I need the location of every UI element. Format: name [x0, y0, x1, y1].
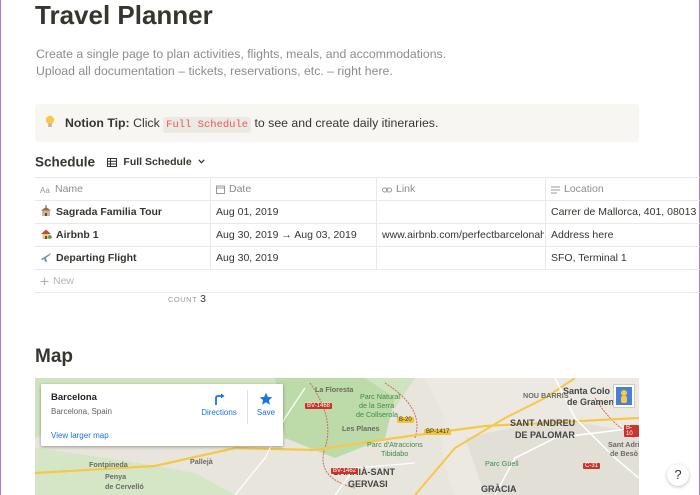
- map-label-pena-1: Penya: [105, 472, 127, 481]
- page-title: Travel Planner: [35, 0, 213, 30]
- road-badge-c31: C-31: [583, 463, 601, 469]
- road-badge-bp1417: BP-1417: [424, 429, 452, 435]
- svg-text:Aa: Aa: [40, 186, 50, 194]
- view-switcher[interactable]: Full Schedule: [107, 156, 207, 168]
- map-label-sarria-2: GERVASI: [348, 479, 388, 489]
- column-header-location[interactable]: Location: [551, 178, 700, 200]
- road-badge-b20: B-20: [397, 417, 414, 423]
- house-icon: [41, 229, 52, 239]
- table-view-icon: [107, 157, 118, 167]
- map-section-title: Map: [35, 346, 73, 367]
- star-icon: [259, 392, 273, 405]
- table-row[interactable]: Departing Flight Aug 30, 2019 SFO, Termi…: [35, 247, 700, 270]
- place-subtitle: Barcelona, Spain: [51, 407, 112, 416]
- new-row-label: New: [53, 275, 75, 287]
- map-label-fontpineda: Fontpineda: [89, 460, 128, 469]
- table-row[interactable]: Sagrada Familia Tour Aug 01, 2019 Carrer…: [35, 201, 700, 224]
- row-location-cell[interactable]: Carrer de Mallorca, 401, 08013 B: [551, 201, 700, 223]
- lightbulb-icon: [45, 115, 55, 127]
- tip-text: Notion Tip: Click Full Schedule to see a…: [65, 116, 439, 133]
- map-label-parc-natural-3: de Collserola: [356, 410, 398, 419]
- view-label: Full Schedule: [123, 155, 192, 168]
- tip-code: Full Schedule: [163, 117, 252, 133]
- row-name-cell[interactable]: Sagrada Familia Tour: [40, 201, 208, 223]
- schedule-header: Schedule Full Schedule: [35, 153, 208, 171]
- map-label-sant-adria-1: Sant Adrià: [608, 440, 639, 449]
- count-value: 3: [200, 293, 207, 305]
- view-larger-map-link[interactable]: View larger map: [51, 431, 109, 440]
- airplane-icon: [41, 253, 51, 262]
- street-view-pegman-button[interactable]: [613, 384, 635, 408]
- place-name: Barcelona: [51, 392, 97, 403]
- directions-label: Directions: [201, 408, 237, 417]
- table-header-row: Aa Name Date Link Location: [35, 177, 700, 201]
- row-link-cell[interactable]: [382, 201, 544, 223]
- row-link-cell[interactable]: [382, 247, 544, 269]
- map-label-parc-atraccions-1: Parc d'Atraccions: [367, 440, 423, 449]
- lines-property-icon: [551, 186, 560, 194]
- map-label-palleja: Pallejà: [190, 457, 213, 466]
- road-badge-bv1462: BV-1462: [331, 468, 359, 474]
- directions-button[interactable]: Directions: [197, 392, 241, 417]
- tip-before: Click: [133, 116, 160, 130]
- schedule-title[interactable]: Schedule: [35, 154, 95, 169]
- road-badge-b10: B-10: [624, 425, 639, 437]
- row-link-cell[interactable]: www.airbnb.com/perfectbarcelonah: [382, 224, 544, 246]
- count-summary[interactable]: COUNT 3: [168, 293, 206, 305]
- table-row[interactable]: Airbnb 1 Aug 30, 2019 → Aug 03, 2019 www…: [35, 224, 700, 247]
- embedded-map[interactable]: La Floresta Parc Natural de la Serra de …: [35, 378, 639, 495]
- save-button[interactable]: Save: [253, 392, 279, 417]
- person-icon: [616, 387, 632, 405]
- row-date-cell[interactable]: Aug 30, 2019: [216, 247, 374, 269]
- road-badge-bv1468: BV-1468: [305, 403, 333, 409]
- plus-icon: [40, 277, 49, 286]
- save-label: Save: [256, 408, 276, 417]
- link-icon: [382, 187, 392, 193]
- calendar-icon: [216, 185, 225, 194]
- new-row-content: New: [40, 270, 208, 292]
- description-line-2: Upload all documentation – tickets, rese…: [36, 64, 393, 78]
- row-name-cell[interactable]: Departing Flight: [40, 247, 208, 269]
- church-icon: [41, 205, 51, 216]
- map-label-nou-barris: NOU BARRIS: [523, 391, 569, 400]
- chevron-down-icon: [197, 159, 205, 164]
- tip-label: Notion Tip:: [65, 116, 130, 130]
- column-header-date[interactable]: Date: [216, 178, 374, 200]
- new-row-button[interactable]: New: [35, 270, 700, 293]
- column-header-name[interactable]: Aa Name: [40, 178, 208, 200]
- page-description: Create a single page to plan activities,…: [36, 46, 446, 80]
- map-label-gracia: GRÀCIA: [481, 484, 517, 494]
- map-label-parc-natural-1: Parc Natural: [360, 392, 400, 401]
- map-label-sant-andreu-1: SANT ANDREU: [510, 418, 576, 428]
- row-date-cell[interactable]: Aug 30, 2019 → Aug 03, 2019: [216, 224, 374, 246]
- schedule-table: Aa Name Date Link Location Sagrada Famili…: [35, 177, 700, 293]
- map-label-la-floresta: La Floresta: [315, 385, 354, 394]
- map-label-parc-natural-2: de la Serra: [359, 401, 395, 410]
- row-name-cell[interactable]: Airbnb 1: [40, 224, 208, 246]
- directions-icon: [215, 393, 225, 405]
- tip-after: to see and create daily itineraries.: [254, 116, 439, 130]
- row-location-cell[interactable]: Address here: [551, 224, 700, 246]
- notion-tip-callout: Notion Tip: Click Full Schedule to see a…: [35, 104, 639, 142]
- map-label-pena-2: de Cervelló: [105, 482, 144, 491]
- count-label: COUNT: [168, 295, 198, 304]
- map-label-les-planes: Les Planes: [342, 424, 380, 433]
- column-header-link[interactable]: Link: [382, 178, 544, 200]
- map-label-sant-andreu-2: DE PALOMAR: [515, 430, 575, 440]
- map-label-sant-adria-2: de Besò: [610, 449, 638, 458]
- window-border-left: [0, 0, 1, 495]
- help-button[interactable]: ?: [667, 464, 689, 486]
- description-line-1: Create a single page to plan activities,…: [36, 47, 447, 61]
- row-date-cell[interactable]: Aug 01, 2019: [216, 201, 374, 223]
- card-divider: [247, 390, 248, 424]
- map-label-parc-guell: Parc Güell: [485, 459, 519, 468]
- text-property-icon: Aa: [40, 186, 50, 194]
- map-place-card: Barcelona Barcelona, Spain View larger m…: [41, 384, 283, 446]
- row-location-cell[interactable]: SFO, Terminal 1: [551, 247, 700, 269]
- map-label-parc-atraccions-2: Tibidabo: [381, 449, 409, 458]
- map-label-santa-coloma-1: Santa Colo: [563, 386, 611, 396]
